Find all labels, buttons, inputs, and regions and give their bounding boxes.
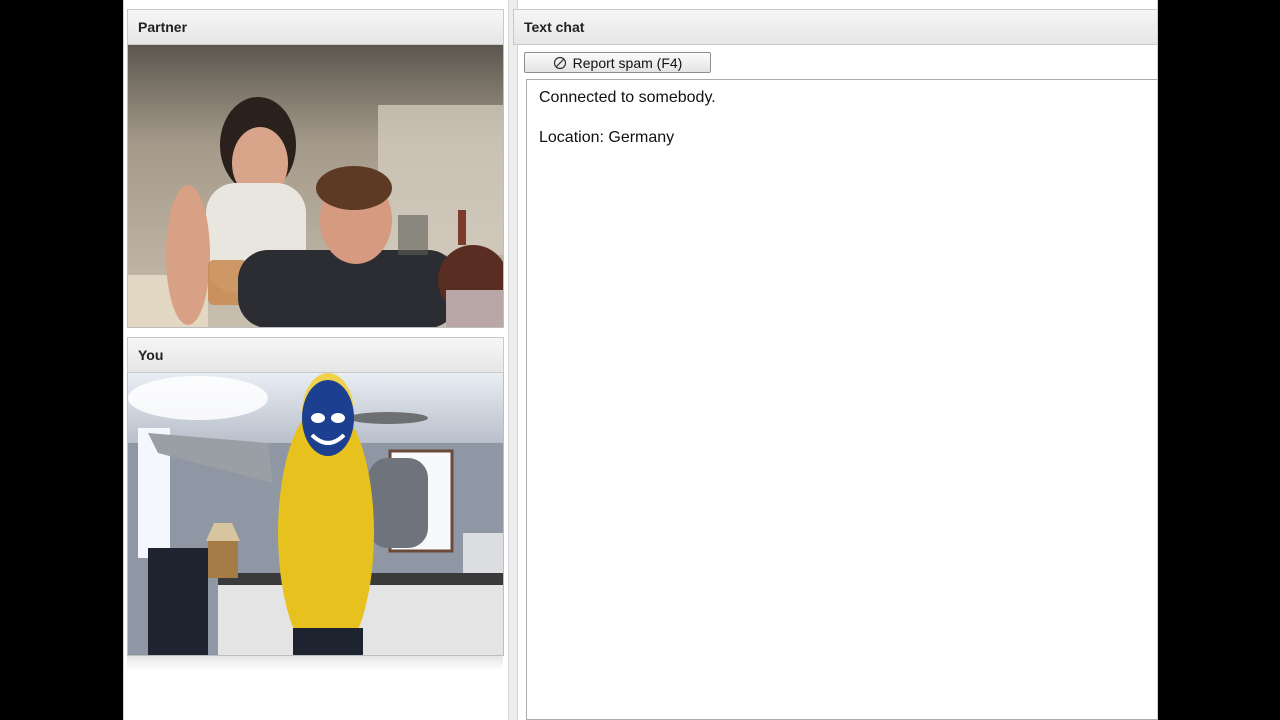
- partner-panel-header: Partner: [127, 9, 504, 45]
- text-chat-header: Text chat: [513, 9, 1157, 45]
- self-video: [127, 373, 504, 656]
- self-video-frame: [128, 373, 503, 655]
- report-spam-button[interactable]: Report spam (F4): [524, 52, 711, 73]
- partner-video-frame: [128, 45, 503, 327]
- chat-log[interactable]: Connected to somebody. Location: Germany: [526, 79, 1157, 720]
- chat-message: Location: Germany: [539, 129, 675, 146]
- you-panel-title: You: [138, 347, 164, 363]
- partner-video: [127, 45, 504, 328]
- pane-divider[interactable]: [508, 0, 518, 720]
- partner-panel-title: Partner: [138, 19, 188, 35]
- text-chat-title: Text chat: [524, 19, 585, 35]
- report-spam-label: Report spam (F4): [572, 54, 683, 71]
- chat-message: Connected to somebody.: [539, 89, 716, 106]
- chat-app-window: Partner You Text chat Report spam (F4) C…: [123, 0, 1158, 720]
- video-shadow: [127, 656, 503, 670]
- you-panel-header: You: [127, 337, 504, 373]
- no-entry-icon: [553, 56, 566, 69]
